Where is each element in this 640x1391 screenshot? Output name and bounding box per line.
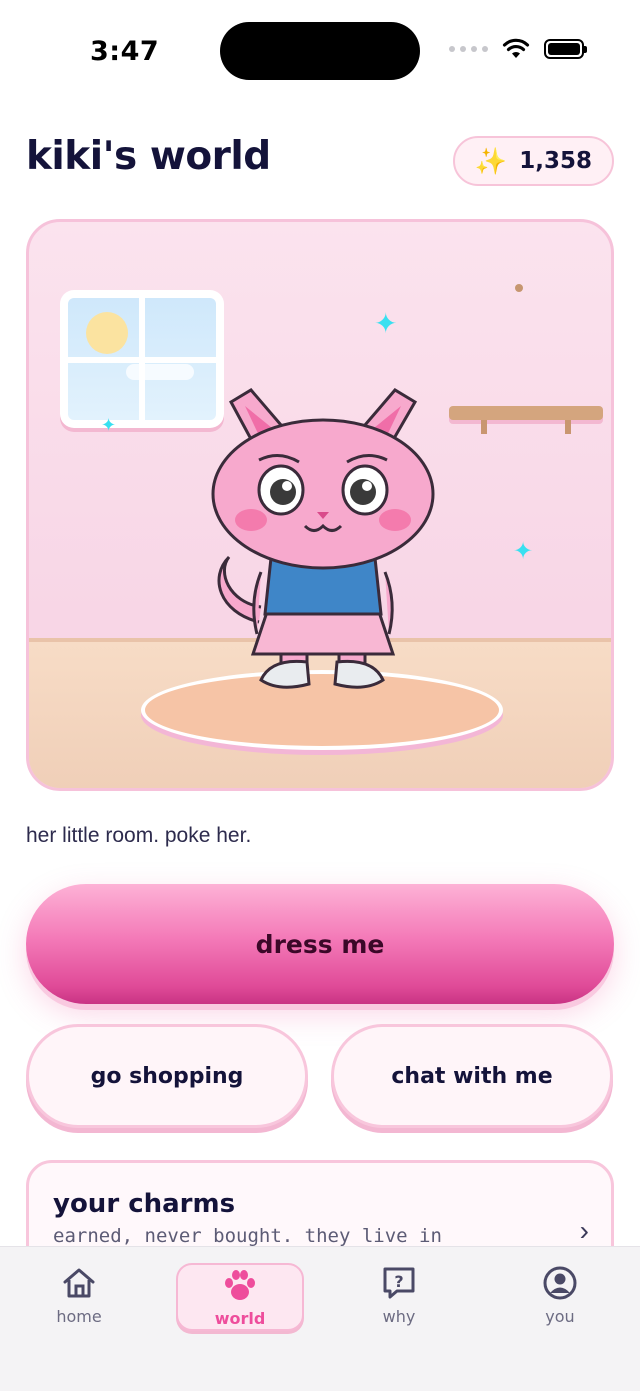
chat-with-me-button[interactable]: chat with me	[331, 1024, 613, 1128]
tab-home[interactable]: home	[15, 1263, 143, 1333]
sparkle-star-icon: ✦	[101, 415, 117, 435]
paw-icon	[225, 1270, 255, 1300]
sparkle-star-icon: ✦	[513, 538, 534, 565]
sparkle-star-icon: ✦	[374, 308, 398, 339]
chevron-right-icon: ›	[579, 1215, 589, 1246]
chat-with-me-label: chat with me	[391, 1063, 553, 1089]
house-icon	[63, 1268, 95, 1298]
status-time: 3:47	[90, 36, 160, 67]
sparkles-icon: ✨	[474, 146, 508, 176]
wall-shelf	[449, 406, 603, 434]
room-caption: her little room. poke her.	[26, 824, 252, 847]
wifi-icon	[502, 38, 530, 58]
status-bar: 3:47	[0, 0, 640, 100]
tab-you-label: you	[545, 1307, 575, 1326]
header: kiki's world ✨ 1,358	[26, 130, 614, 190]
tab-you[interactable]: you	[496, 1263, 624, 1333]
tab-why-label: why	[382, 1307, 416, 1326]
tab-world-label: world	[214, 1309, 266, 1328]
cat-character[interactable]	[189, 362, 459, 712]
tab-why[interactable]: ? why	[335, 1263, 463, 1333]
dress-me-label: dress me	[255, 929, 385, 959]
svg-text:?: ?	[394, 1272, 403, 1291]
go-shopping-label: go shopping	[90, 1063, 244, 1089]
character-room[interactable]: ✦ ✦ ✦	[26, 219, 614, 791]
user-circle-icon	[543, 1266, 577, 1300]
dress-me-button[interactable]: dress me	[26, 884, 614, 1004]
go-shopping-button[interactable]: go shopping	[26, 1024, 308, 1128]
tab-world[interactable]: world	[176, 1263, 304, 1331]
wall-nail	[515, 284, 523, 292]
tab-home-label: home	[56, 1307, 102, 1326]
status-icons	[449, 38, 587, 60]
charms-subtitle: earned, never bought. they live in	[53, 1225, 442, 1247]
cloud-icon	[126, 364, 194, 380]
question-icon: ?	[383, 1267, 415, 1299]
points-badge[interactable]: ✨ 1,358	[452, 136, 614, 186]
battery-icon	[544, 39, 587, 59]
page-title: kiki's world	[26, 134, 271, 179]
sun-icon	[86, 312, 128, 354]
dynamic-island	[220, 22, 420, 80]
tab-bar: home world ? why you	[0, 1246, 640, 1391]
charms-title: your charms	[53, 1189, 236, 1219]
signal-icon	[449, 46, 488, 52]
points-value: 1,358	[519, 148, 592, 174]
